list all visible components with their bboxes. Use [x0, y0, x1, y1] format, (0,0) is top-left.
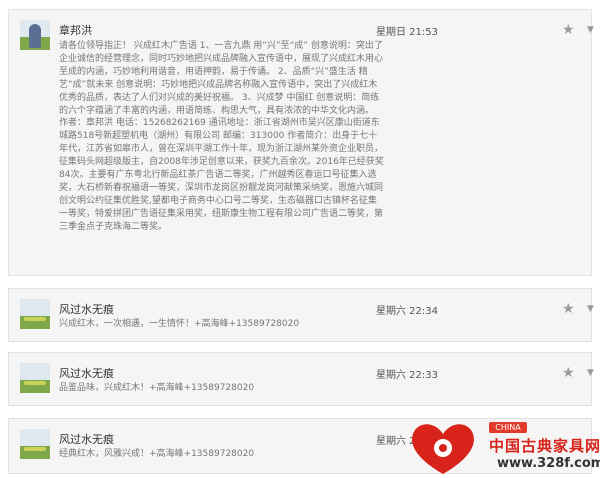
chevron-down-icon[interactable]: ▼: [587, 305, 594, 314]
message-body: 兴成红木，一次相遇，一生情怀！+高海峰+13589728020: [59, 319, 300, 329]
site-watermark: CHINA 中国古典家具网 www.328f.com: [405, 408, 600, 478]
star-icon[interactable]: ★: [562, 366, 575, 380]
watermark-badge: CHINA: [489, 422, 527, 433]
watermark-url: www.328f.com: [497, 456, 600, 471]
message-body: 经典红木，风雅兴成！+高海峰+13589728020: [59, 449, 255, 459]
chevron-down-icon[interactable]: ▼: [587, 26, 594, 35]
chevron-down-icon[interactable]: ▼: [587, 369, 594, 378]
message-time: 星期六 22:34: [376, 306, 438, 317]
message-card[interactable]: 风过水无痕 星期六 22:34 ★ ▼ 兴成红木，一次相遇，一生情怀！+高海峰+…: [8, 288, 594, 342]
message-body: 请各位领导指正！ 兴成红木广告语 1、一言九鼎 用“兴”至“成” 创意说明：突出…: [59, 41, 384, 232]
message-card[interactable]: 章邦洪 星期日 21:53 ★ ▼ 请各位领导指正！ 兴成红木广告语 1、一言九…: [8, 9, 594, 276]
author-name[interactable]: 风过水无痕: [59, 365, 114, 381]
author-avatar[interactable]: [20, 20, 50, 50]
message-card[interactable]: 风过水无痕 星期六 22:33 ★ ▼ 品鉴品味，兴成红木！+高海峰+13589…: [8, 352, 594, 406]
message-time: 星期六 22:33: [376, 370, 438, 381]
author-name[interactable]: 风过水无痕: [59, 431, 114, 447]
star-icon[interactable]: ★: [562, 23, 575, 37]
author-name[interactable]: 风过水无痕: [59, 301, 114, 317]
author-avatar[interactable]: [20, 363, 50, 393]
watermark-title: 中国古典家具网: [489, 437, 600, 455]
watermark-logo-icon: [412, 424, 474, 474]
author-name[interactable]: 章邦洪: [59, 22, 92, 38]
author-avatar[interactable]: [20, 299, 50, 329]
author-avatar[interactable]: [20, 429, 50, 459]
star-icon[interactable]: ★: [562, 302, 575, 316]
message-body: 品鉴品味，兴成红木！+高海峰+13589728020: [59, 383, 255, 393]
message-time: 星期日 21:53: [376, 27, 438, 38]
